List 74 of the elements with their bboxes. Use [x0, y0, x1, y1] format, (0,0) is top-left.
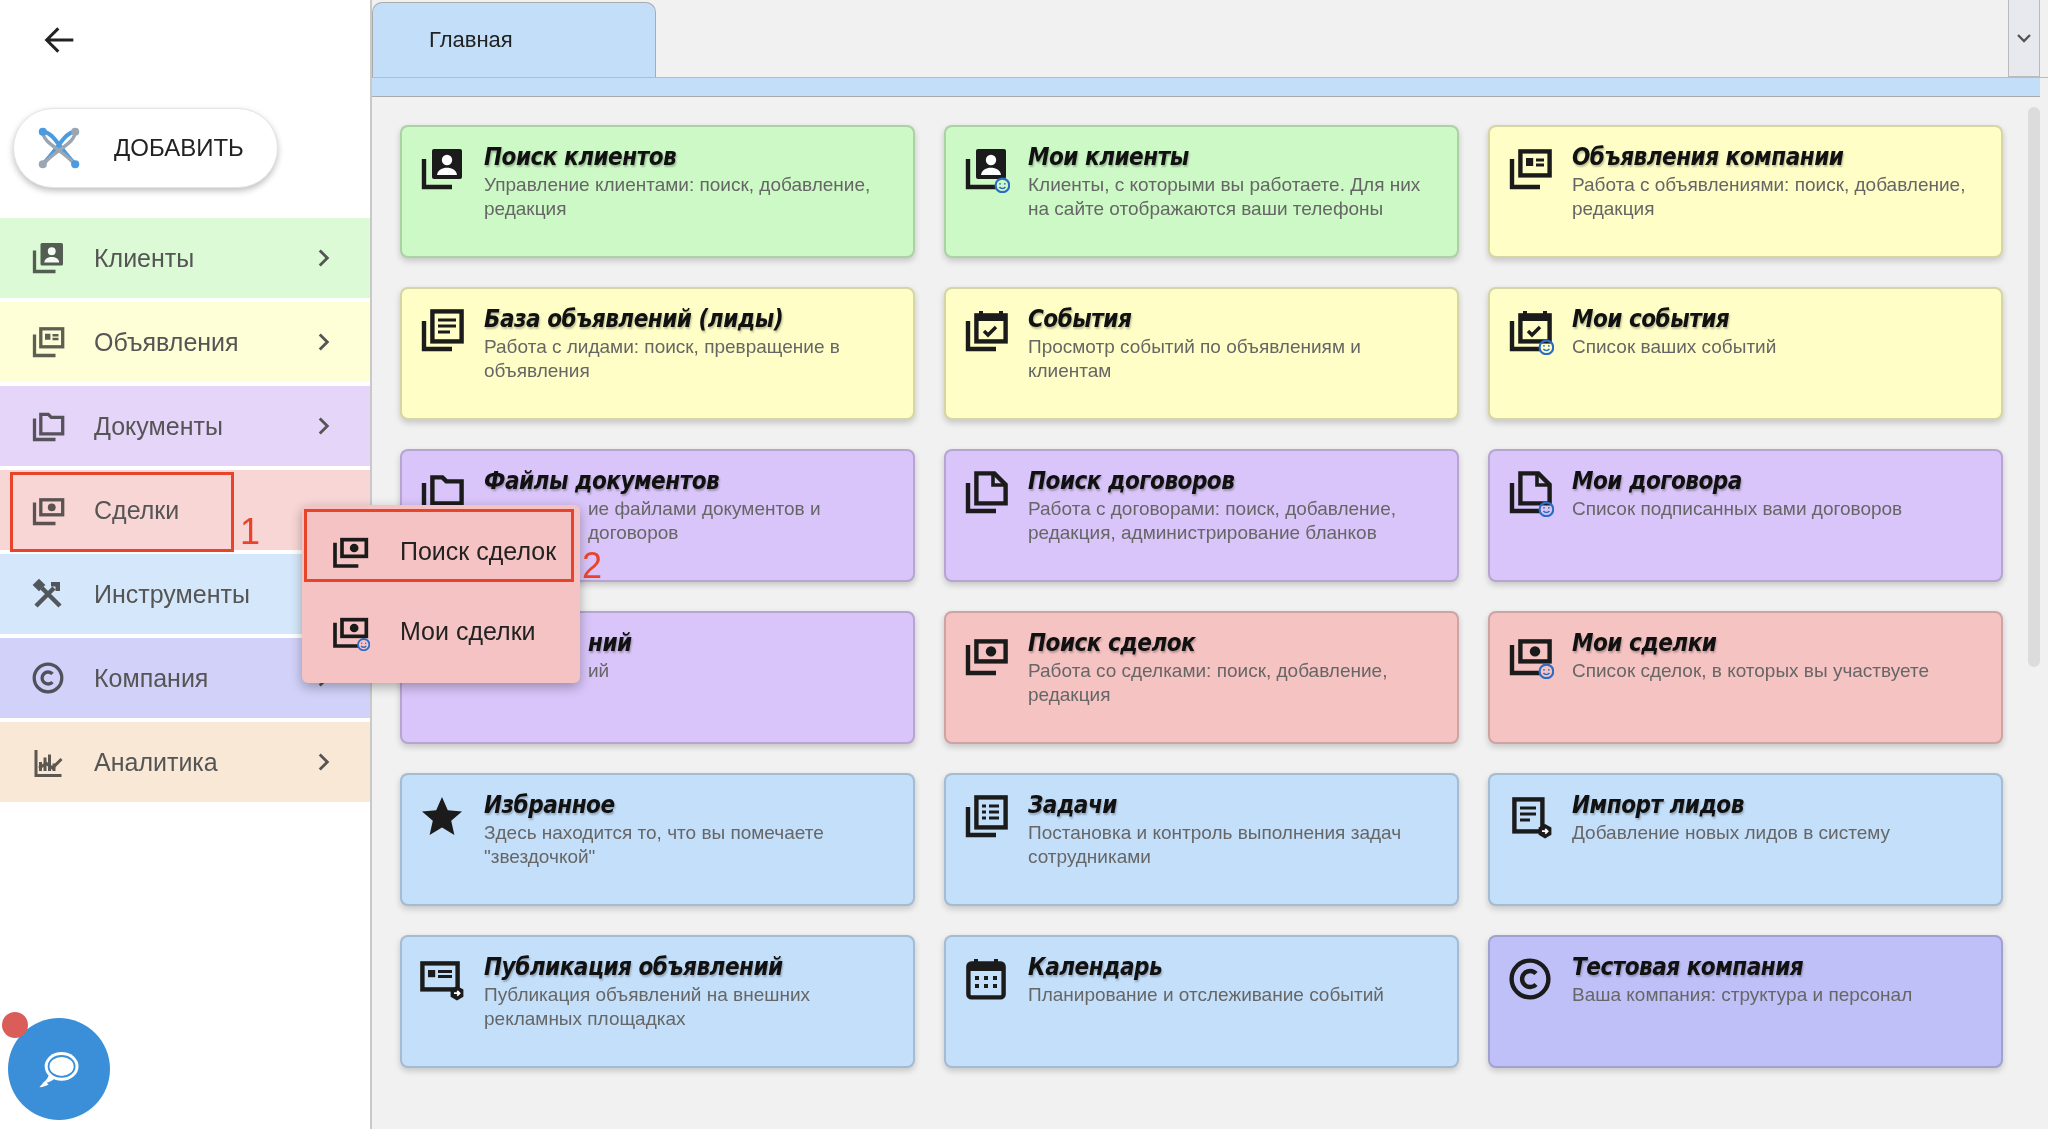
- menu-card[interactable]: События Просмотр событий по объявлениям и клиентам: [944, 287, 1459, 420]
- sidebar-item-label: Компания: [94, 663, 209, 693]
- sidebar-item[interactable]: Объявления: [0, 302, 370, 382]
- card-title: Объявления компании: [1572, 142, 1845, 173]
- menu-card[interactable]: Поиск сделок Работа со сделками: поиск, добавление, редакция: [944, 611, 1459, 744]
- menu-card[interactable]: Календарь Планирование и отслеживание событий: [944, 935, 1459, 1068]
- card-title: Поиск клиентов: [484, 142, 678, 173]
- add-button[interactable]: ДОБАВИТЬ: [13, 108, 278, 188]
- card-title: Мои события: [1572, 304, 1731, 335]
- card-title: Импорт лидов: [1572, 790, 1745, 821]
- card-title: События: [1028, 304, 1133, 335]
- card-description: Список сделок, в которых вы участвуете: [1572, 659, 1930, 683]
- person-card-icon: [30, 240, 66, 276]
- sidebar-item-label: Инструменты: [94, 579, 250, 609]
- card-title: Мои договора: [1572, 466, 1743, 497]
- card-title: ний: [588, 628, 632, 659]
- card-description: Работа с договорами: поиск, добавление, редакция, администрирование бланков: [1028, 497, 1398, 545]
- sidebar-item-label: Клиенты: [94, 243, 195, 273]
- card-title: Публикация объявлений: [484, 952, 784, 983]
- menu-card[interactable]: Мои договора Список подписанных вами договоров: [1488, 449, 2003, 582]
- copyright-icon: [30, 660, 66, 696]
- card-description: Планирование и отслеживание событий: [1028, 983, 1385, 1007]
- menu-card[interactable]: Мои клиенты Клиенты, с которыми вы работаете. Для них на сайте отображаются ваши телефоны: [944, 125, 1459, 258]
- menu-card[interactable]: Мои события Список ваших событий: [1488, 287, 2003, 420]
- card-description: Добавление новых лидов в систему: [1572, 821, 1892, 845]
- annotation-number: 1: [240, 512, 261, 552]
- card-title: Задачи: [1028, 790, 1118, 821]
- menu-card[interactable]: Поиск клиентов Управление клиентами: поиск, добавление, редакция: [400, 125, 915, 258]
- menu-card[interactable]: Публикация объявлений Публикация объявлений на внешних рекламных площадках: [400, 935, 915, 1068]
- menu-card[interactable]: Задачи Постановка и контроль выполнения задач сотрудниками: [944, 773, 1459, 906]
- card-title: Тестовая компания: [1572, 952, 1805, 983]
- card-description: ий: [588, 659, 610, 683]
- card-description: Список подписанных вами договоров: [1572, 497, 1904, 521]
- newspaper-icon: [30, 324, 66, 360]
- sidebar-item[interactable]: Компания: [0, 638, 370, 718]
- card-description: Список ваших событий: [1572, 335, 1778, 359]
- sidebar-item-label: Документы: [94, 411, 223, 441]
- sidebar-item-label: Объявления: [94, 327, 239, 357]
- menu-card[interactable]: Мои сделки Список сделок, в которых вы участвуете: [1488, 611, 2003, 744]
- card-description: Просмотр событий по объявлениям и клиентам: [1028, 335, 1362, 383]
- card-title: База объявлений (лиды): [484, 304, 785, 335]
- card-description: Публикация объявлений на внешних рекламных площадках: [484, 983, 812, 1031]
- card-description: Здесь находится то, что вы помечаете "звездочкой": [484, 821, 825, 869]
- card-title: Поиск сделок: [1028, 628, 1197, 659]
- menu-card[interactable]: База объявлений (лиды) Работа с лидами: поиск, превращение в объявления: [400, 287, 915, 420]
- sidebar-item[interactable]: Документы: [0, 386, 370, 466]
- card-title: Мои сделки: [1572, 628, 1718, 659]
- menu-card[interactable]: Тестовая компания Ваша компания: структура и персонал: [1488, 935, 2003, 1068]
- card-title: Календарь: [1028, 952, 1164, 983]
- card-description: Постановка и контроль выполнения задач сотрудниками: [1028, 821, 1403, 869]
- card-title: Файлы документов: [484, 466, 721, 497]
- copyright-icon: [1506, 955, 1554, 1003]
- sidebar-item[interactable]: Клиенты: [0, 218, 370, 298]
- notification-dot: [2, 1012, 28, 1038]
- card-description: Работа со сделками: поиск, добавление, редакция: [1028, 659, 1389, 707]
- card-description: Работа с объявлениями: поиск, добавление, редакция: [1572, 173, 1967, 221]
- submenu-item-label: Поиск сделок: [400, 536, 557, 566]
- submenu-item-label: Мои сделки: [400, 616, 536, 646]
- card-description: Работа с лидами: поиск, превращение в объявления: [484, 335, 841, 383]
- menu-card[interactable]: Импорт лидов Добавление новых лидов в систему: [1488, 773, 2003, 906]
- card-title: Мои клиенты: [1028, 142, 1190, 173]
- sidebar-item-label: Сделки: [94, 495, 180, 525]
- card-description: Клиенты, с которыми вы работаете. Для них на сайте отображаются ваши телефоны: [1028, 173, 1422, 221]
- card-description: Управление клиентами: поиск, добавление, редакция: [484, 173, 872, 221]
- sidebar-item[interactable]: Аналитика: [0, 722, 370, 802]
- card-description: ие файлами документов и договоров: [588, 497, 822, 545]
- menu-card[interactable]: Избранное Здесь находится то, что вы помечаете "звездочкой": [400, 773, 915, 906]
- sidebar-item-label: Аналитика: [94, 747, 218, 777]
- menu-card[interactable]: Поиск договоров Работа с договорами: поиск, добавление, редакция, администрирование бланков: [944, 449, 1459, 582]
- menu-card[interactable]: Объявления компании Работа с объявлениями: поиск, добавление, редакция: [1488, 125, 2003, 258]
- card-title: Поиск договоров: [1028, 466, 1236, 497]
- card-title: Избранное: [484, 790, 616, 821]
- tab[interactable]: Главная: [372, 2, 656, 77]
- card-description: Ваша компания: структура и персонал: [1572, 983, 1914, 1007]
